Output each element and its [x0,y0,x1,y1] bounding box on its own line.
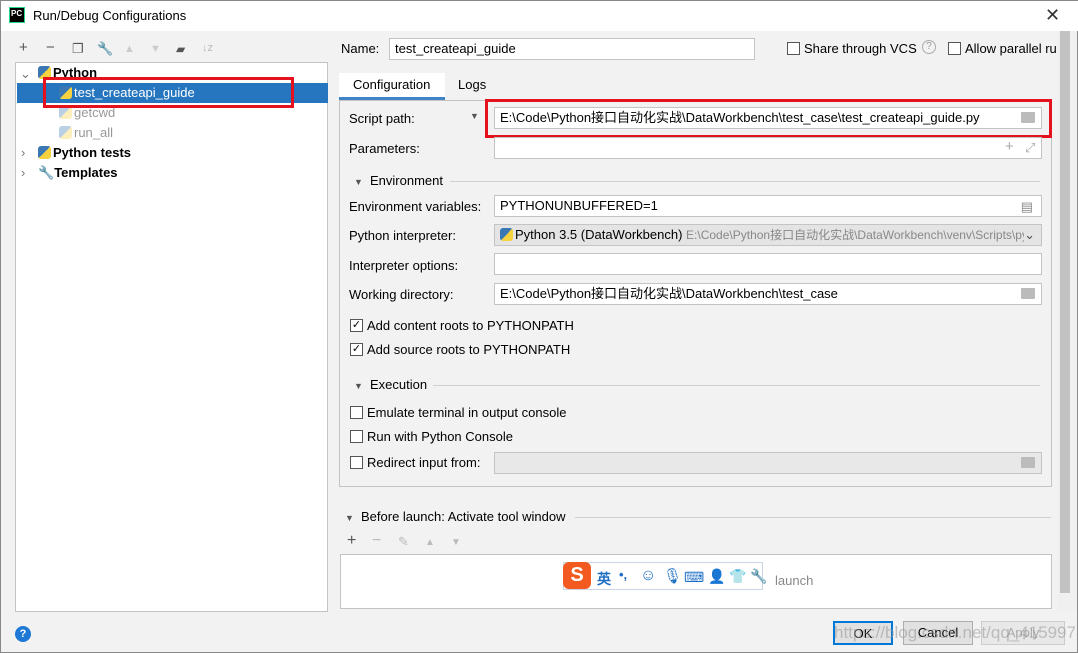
emulate-terminal-checkbox[interactable] [350,406,363,419]
env-vars-label: Environment variables: [349,199,482,214]
redirect-input-label: Redirect input from: [367,455,481,470]
highlight-box [43,77,294,108]
expand-icon[interactable]: ⤢ [1025,140,1035,156]
keyboard-icon[interactable]: ⌨ [684,569,704,586]
parallel-checkbox[interactable] [948,42,961,55]
interpreter-options-input[interactable] [494,253,1042,275]
folder-add-icon[interactable]: ▰ [176,42,185,56]
move-up-icon[interactable]: ▲ [425,537,435,548]
edit-icon[interactable]: ✎ [398,534,409,550]
share-checkbox[interactable] [787,42,800,55]
microphone-icon[interactable]: 🎙 [663,567,682,585]
name-input[interactable]: test_createapi_guide [389,38,755,60]
folder-icon[interactable] [1021,288,1035,299]
tab-logs[interactable]: Logs [458,77,486,92]
tree-templates[interactable]: 🔧Templates [38,163,118,183]
divider [450,181,1040,182]
execution-section: Execution [370,377,428,392]
watermark: https://blog.csdn.net/qq_41599734 [834,623,1078,642]
share-label: Share through VCS [804,41,917,56]
copy-icon[interactable]: ❐ [72,41,84,57]
plus-icon[interactable]: + [347,532,356,550]
emoji-icon[interactable]: ☺ [640,567,656,585]
minus-icon[interactable]: − [372,532,381,550]
plus-icon[interactable]: + [19,39,28,56]
sogou-logo: S [563,562,591,589]
ime-punct-icon[interactable]: •, [619,567,627,582]
scrollbar-thumb[interactable] [1060,31,1070,593]
ime-lang-icon[interactable]: 英 [597,569,611,589]
config-tree: ⌄ Python test_createapi_guide getcwd run… [15,62,328,612]
interpreter-select[interactable]: Python 3.5 (DataWorkbench) E:\Code\Pytho… [494,224,1042,246]
before-launch-title: Before launch: Activate tool window [361,509,566,524]
folder-icon[interactable] [1021,457,1035,468]
working-dir-label: Working directory: [349,287,454,302]
scrollbar[interactable] [1057,31,1077,611]
help-icon[interactable]: ? [15,626,31,642]
dropdown-icon[interactable]: ▼ [470,111,479,121]
python-tests-icon [38,146,51,159]
python-icon [500,228,513,241]
tree-python-tests[interactable]: Python tests [38,143,131,163]
content-roots-checkbox[interactable]: ✓ [350,319,363,332]
app-logo: PC [9,7,25,23]
collapse-icon[interactable]: ▼ [354,381,363,391]
source-roots-label: Add source roots to PYTHONPATH [367,342,571,357]
redirect-input-checkbox[interactable] [350,456,363,469]
help-icon[interactable]: ? [922,40,936,54]
document-icon[interactable]: ▤ [1021,197,1033,216]
divider [575,517,1051,518]
working-dir-input[interactable]: E:\Code\Python接口自动化实战\DataWorkbench\test… [494,283,1042,305]
highlight-box [485,99,1052,138]
name-label: Name: [341,41,380,56]
chevron-right-icon[interactable]: › [21,163,25,183]
window-title: Run/Debug Configurations [33,8,187,23]
tree-item[interactable]: run_all [59,123,113,143]
collapse-icon[interactable]: ▼ [354,177,363,187]
chevron-down-icon[interactable]: ⌄ [20,64,31,84]
env-vars-input[interactable]: PYTHONUNBUFFERED=1 ▤ [494,195,1042,217]
parameters-input[interactable] [494,137,1042,159]
python-console-checkbox[interactable] [350,430,363,443]
close-icon[interactable]: ✕ [1045,5,1060,26]
move-down-icon[interactable]: ▼ [150,43,161,55]
wrench-icon: 🔧 [38,165,55,180]
skin-icon[interactable]: 👕 [729,568,746,585]
parallel-label: Allow parallel run [965,41,1064,56]
collapse-icon[interactable]: ▼ [345,513,354,523]
source-roots-checkbox[interactable]: ✓ [350,343,363,356]
chevron-right-icon[interactable]: › [21,143,25,163]
wrench-icon[interactable]: 🔧 [750,568,767,585]
before-launch-item: launch [775,573,814,588]
emulate-terminal-label: Emulate terminal in output console [367,405,567,420]
interpreter-options-label: Interpreter options: [349,258,459,273]
interpreter-label: Python interpreter: [349,228,456,243]
python-console-label: Run with Python Console [367,429,513,444]
move-up-icon[interactable]: ▲ [124,43,135,55]
script-path-label: Script path: [349,111,415,126]
divider [433,385,1040,386]
redirect-input-field[interactable] [494,452,1042,474]
python-icon [59,126,72,139]
chevron-down-icon: ⌄ [1024,225,1035,245]
plus-icon[interactable]: + [1005,138,1014,155]
content-roots-label: Add content roots to PYTHONPATH [367,318,574,333]
tab-configuration[interactable]: Configuration [339,73,445,100]
parameters-label: Parameters: [349,141,420,156]
user-icon[interactable]: 👤 [708,568,725,585]
minus-icon[interactable]: − [46,39,55,56]
move-down-icon[interactable]: ▼ [451,537,461,548]
wrench-icon[interactable]: 🔧 [97,41,113,57]
environment-section: Environment [370,173,443,188]
sort-icon[interactable]: ↓z [202,42,213,54]
